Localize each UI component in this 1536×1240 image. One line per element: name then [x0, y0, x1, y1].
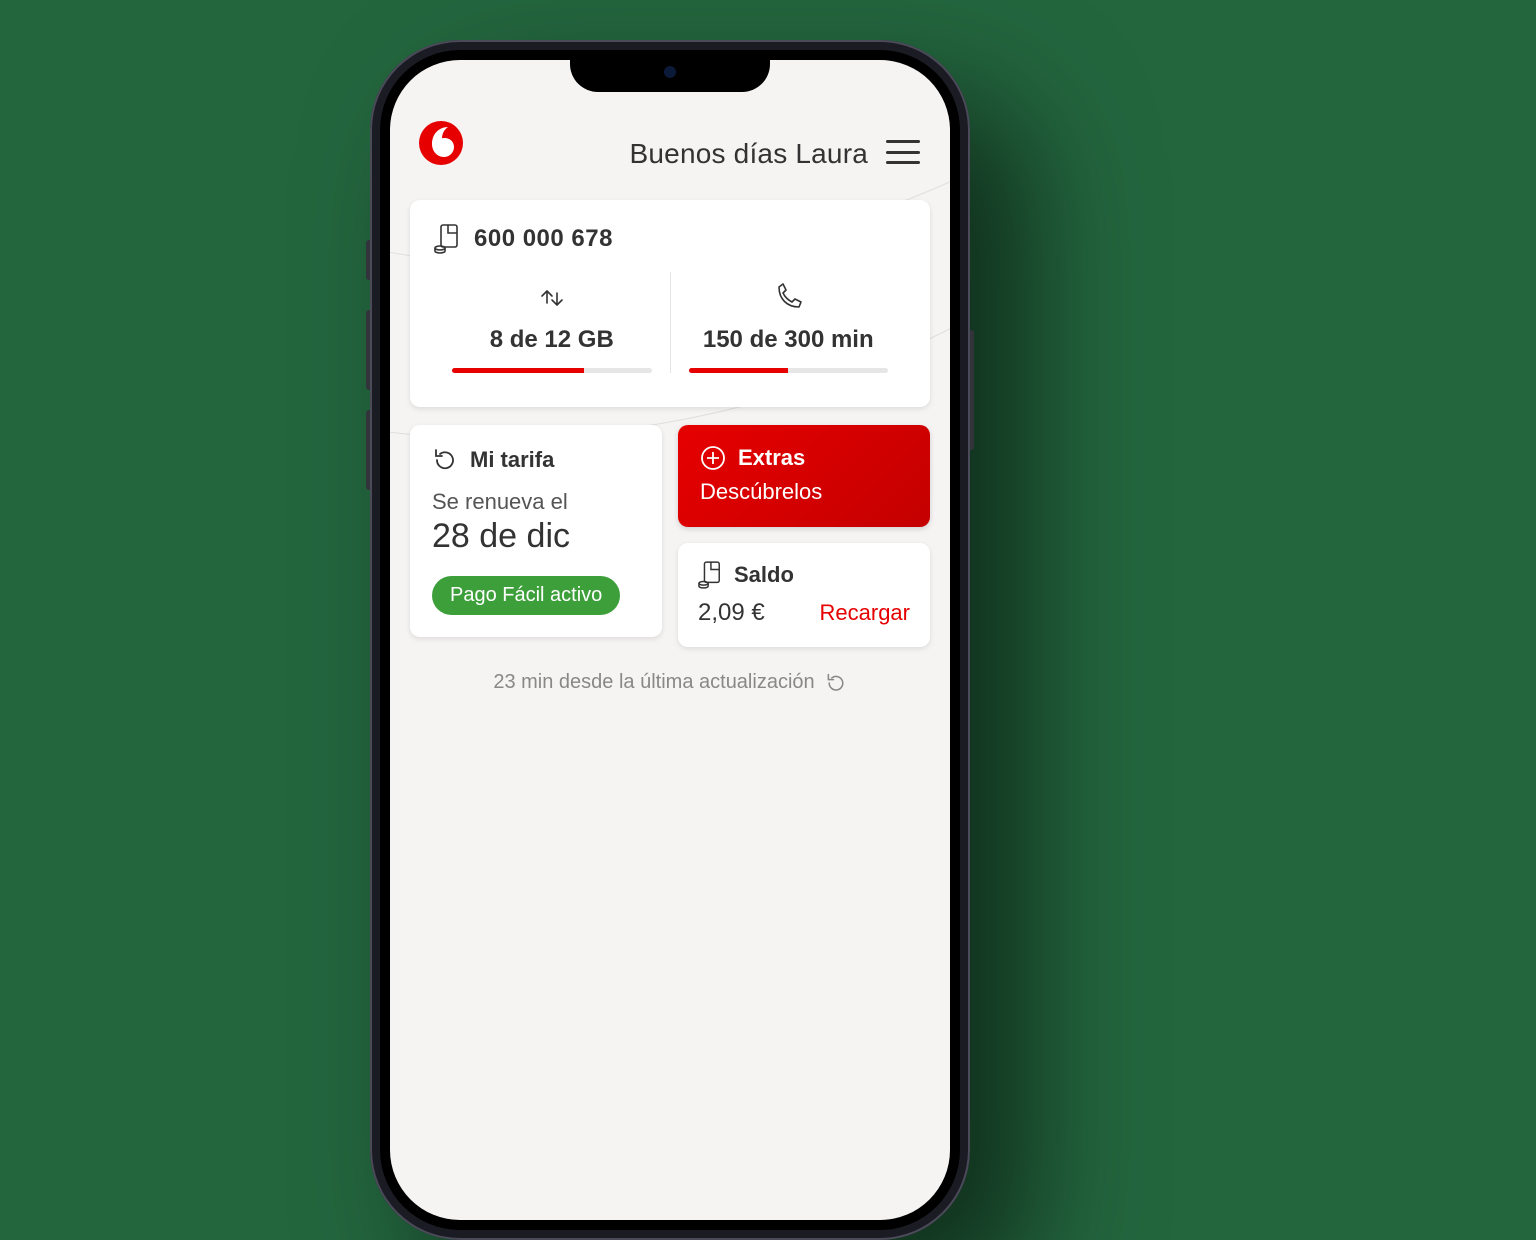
menu-icon[interactable] — [886, 140, 920, 164]
tarifa-renews-date: 28 de dic — [432, 517, 640, 556]
last-update-text: 23 min desde la última actualización — [493, 671, 814, 694]
data-usage-label: 8 de 12 GB — [490, 326, 614, 354]
tarifa-title: Mi tarifa — [470, 447, 554, 473]
refresh-icon — [432, 447, 458, 473]
usage-card[interactable]: 600 000 678 8 de 12 GB — [410, 200, 930, 407]
greeting-text: Buenos días Laura — [464, 138, 868, 170]
data-arrows-icon — [535, 276, 569, 320]
pago-facil-badge: Pago Fácil activo — [432, 576, 620, 615]
side-button — [366, 410, 370, 490]
phone-call-icon — [771, 276, 805, 320]
recargar-link[interactable]: Recargar — [820, 600, 910, 626]
tarifa-card[interactable]: Mi tarifa Se renueva el 28 de dic Pago F… — [410, 425, 662, 637]
data-usage[interactable]: 8 de 12 GB — [434, 272, 670, 373]
sim-coins-icon — [434, 224, 460, 254]
vodafone-logo-icon[interactable] — [418, 120, 464, 166]
side-button — [366, 310, 370, 390]
saldo-card[interactable]: Saldo 2,09 € Recargar — [678, 543, 930, 647]
phone-notch — [570, 50, 770, 92]
phone-number: 600 000 678 — [474, 225, 613, 253]
minutes-usage-bar — [689, 368, 889, 373]
side-button — [366, 240, 370, 280]
saldo-title: Saldo — [734, 562, 794, 588]
extras-subtitle: Descúbrelos — [700, 479, 908, 505]
refresh-icon[interactable] — [825, 672, 847, 694]
minutes-usage[interactable]: 150 de 300 min — [670, 272, 907, 373]
tarifa-renews-label: Se renueva el — [432, 489, 640, 515]
minutes-usage-label: 150 de 300 min — [703, 326, 874, 354]
side-button — [970, 330, 974, 450]
extras-card[interactable]: Extras Descúbrelos — [678, 425, 930, 527]
saldo-amount: 2,09 € — [698, 599, 765, 627]
last-update-footer[interactable]: 23 min desde la última actualización — [410, 671, 930, 694]
sim-coins-icon — [698, 561, 722, 589]
data-usage-bar — [452, 368, 652, 373]
app-screen: Buenos días Laura — [390, 60, 950, 1220]
extras-title: Extras — [738, 445, 805, 471]
plus-circle-icon — [700, 445, 726, 471]
phone-frame: Buenos días Laura — [370, 40, 970, 1240]
